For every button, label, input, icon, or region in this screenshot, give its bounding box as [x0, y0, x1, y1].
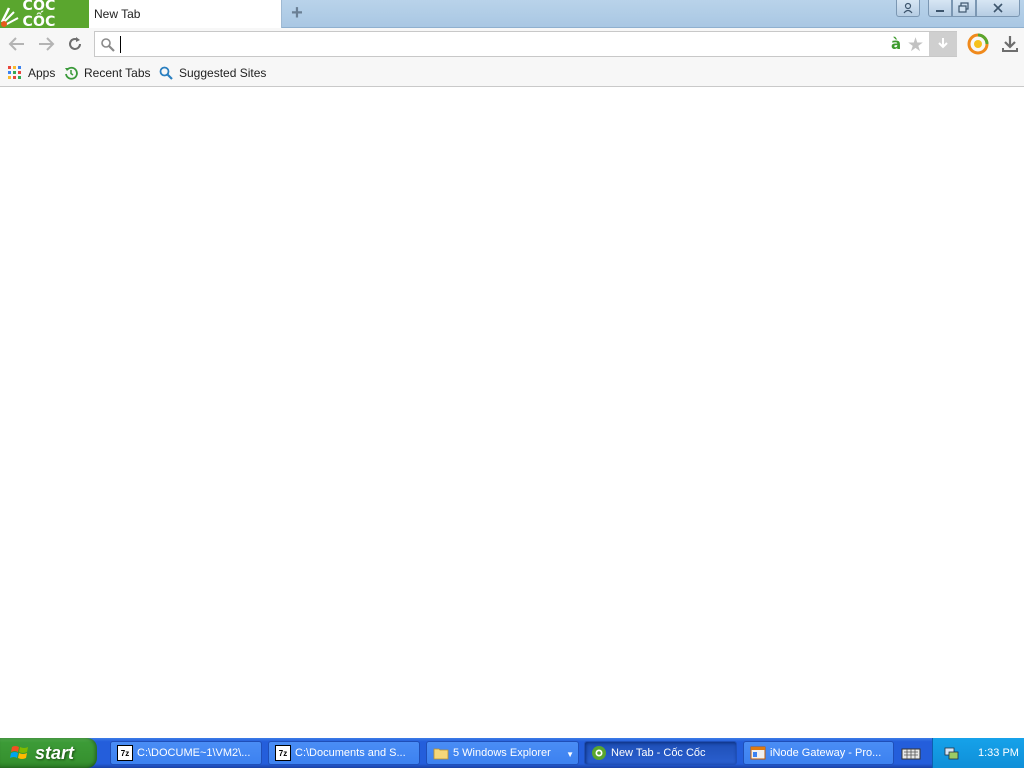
close-icon — [993, 3, 1003, 13]
taskbar-item-label: C:\Documents and S... — [295, 747, 406, 759]
download-icon[interactable] — [1000, 33, 1020, 55]
taskbar-item[interactable]: 7z C:\Documents and S... — [268, 741, 420, 765]
minimize-button[interactable] — [928, 0, 952, 17]
reload-icon — [69, 37, 81, 50]
system-tray: 1:33 PM — [932, 738, 1024, 768]
close-button[interactable] — [976, 0, 1020, 17]
tab-new-tab[interactable]: New Tab — [89, 0, 282, 28]
taskbar-item-label: 5 Windows Explorer — [453, 747, 551, 759]
bookmark-suggested-sites[interactable]: Suggested Sites — [159, 65, 266, 81]
extension-icon[interactable] — [967, 33, 989, 55]
taskbar-item-label: C:\DOCUME~1\VM2\... — [137, 747, 251, 759]
brand-text: CỐC CỐC — [22, 0, 56, 30]
back-arrow-icon — [8, 37, 24, 51]
bookmark-recent-tabs[interactable]: Recent Tabs — [64, 65, 151, 81]
taskbar: start 7z C:\DOCUME~1\VM2\... 7z C:\Docum… — [0, 738, 1024, 768]
apps-grid-icon — [8, 66, 21, 79]
taskbar-item[interactable]: iNode Gateway - Pro... — [743, 741, 894, 765]
coccoc-icon — [592, 746, 606, 760]
folder-icon — [433, 748, 449, 760]
history-icon — [65, 66, 78, 80]
network-icon[interactable] — [943, 745, 959, 761]
page-content[interactable] — [0, 87, 1024, 738]
address-bar[interactable]: à ★ — [94, 31, 957, 57]
savior-download-button[interactable] — [929, 32, 957, 56]
windows-logo-icon — [10, 746, 28, 759]
reload-button[interactable] — [64, 33, 86, 55]
search-icon — [101, 38, 115, 52]
bookmark-label: Apps — [28, 66, 56, 80]
restore-button[interactable] — [952, 0, 976, 17]
back-button[interactable] — [6, 33, 28, 55]
bookmark-label: Recent Tabs — [84, 66, 151, 80]
translate-icon[interactable]: à — [891, 35, 901, 53]
star-icon[interactable]: ★ — [907, 34, 924, 57]
savior-download-icon — [938, 38, 948, 49]
bookmarks-bar: Apps Recent Tabs Suggested Sites — [0, 60, 1024, 87]
minimize-icon — [936, 10, 944, 12]
bookmark-label: Suggested Sites — [179, 66, 267, 80]
window-icon — [750, 746, 766, 760]
brand-logo[interactable]: CỐC CỐC — [0, 0, 89, 30]
profile-icon — [903, 2, 913, 14]
coccoc-logo-icon — [0, 0, 21, 28]
profile-button[interactable] — [896, 0, 920, 17]
taskbar-item[interactable]: 7z C:\DOCUME~1\VM2\... — [110, 741, 262, 765]
restore-icon — [958, 2, 969, 13]
text-caret — [120, 36, 121, 53]
forward-arrow-icon — [39, 37, 55, 51]
clock[interactable]: 1:33 PM — [978, 747, 1019, 759]
bookmark-apps[interactable]: Apps — [8, 65, 55, 81]
new-tab-button[interactable]: + — [287, 3, 307, 24]
chevron-down-icon: ▼ — [566, 750, 574, 759]
search-icon — [159, 66, 173, 80]
taskbar-item-active[interactable]: New Tab - Cốc Cốc — [584, 741, 737, 765]
taskbar-item-label: iNode Gateway - Pro... — [770, 747, 882, 759]
keyboard-icon[interactable] — [900, 744, 922, 762]
forward-button[interactable] — [35, 33, 57, 55]
taskbar-item-label: New Tab - Cốc Cốc — [611, 747, 706, 759]
taskbar-group-windows-explorer[interactable]: 5 Windows Explorer ▼ — [426, 741, 579, 765]
address-input[interactable] — [119, 35, 879, 53]
7zip-icon: 7z — [117, 745, 133, 761]
start-button[interactable]: start — [0, 738, 97, 768]
title-bar: CỐC CỐC New Tab + — [0, 0, 1024, 30]
toolbar: à ★ — [0, 28, 1024, 60]
tab-label: New Tab — [94, 7, 141, 21]
start-label: start — [35, 742, 75, 763]
7zip-icon: 7z — [275, 745, 291, 761]
